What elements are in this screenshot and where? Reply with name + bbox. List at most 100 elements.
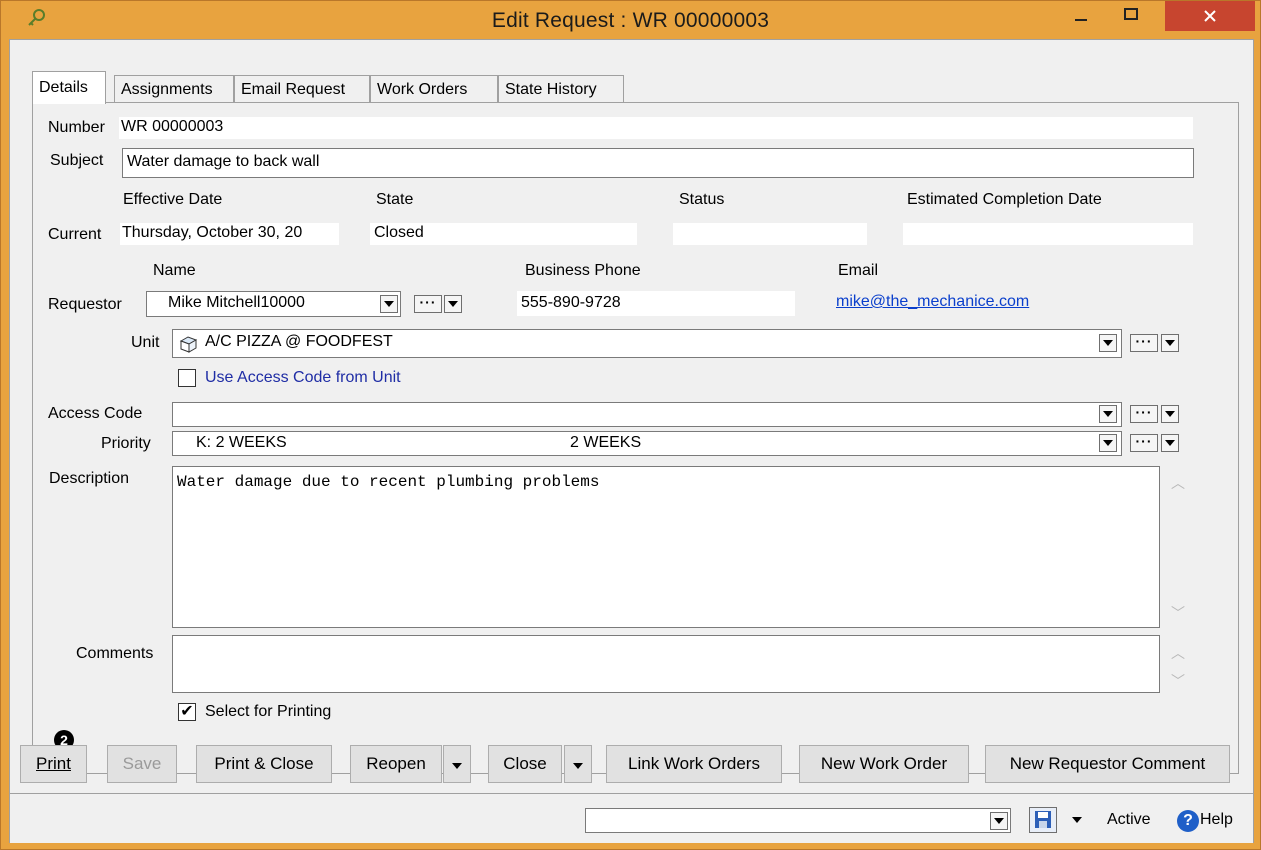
priority-code: K: 2 WEEKS	[196, 434, 287, 451]
priority-select[interactable]: K: 2 WEEKS 2 WEEKS	[172, 431, 1122, 456]
active-label: Active	[1107, 811, 1151, 828]
dropdown-arrow-icon	[1103, 411, 1113, 417]
requestor-label: Requestor	[48, 296, 122, 313]
reopen-dropdown-button[interactable]	[443, 745, 471, 783]
close-window-button[interactable]	[1165, 1, 1255, 31]
comments-label: Comments	[76, 645, 154, 662]
state-header: State	[376, 191, 414, 208]
close-icon	[1204, 10, 1216, 22]
requestor-ellipsis-button[interactable]: ···	[414, 295, 442, 313]
tab-details[interactable]: Details	[32, 71, 106, 104]
reopen-button[interactable]: Reopen	[350, 745, 442, 783]
dropdown-arrow-icon	[1165, 440, 1175, 446]
est-completion-header: Estimated Completion Date	[907, 191, 1102, 208]
scroll-down-icon[interactable]: ﹀	[1171, 603, 1185, 623]
unit-more-dropdown[interactable]	[1161, 334, 1179, 352]
save-layout-dropdown[interactable]	[1068, 811, 1086, 829]
dropdown-arrow-icon	[573, 763, 583, 769]
select-for-printing-checkbox[interactable]: ✔	[178, 703, 196, 721]
dropdown-arrow-icon	[1165, 411, 1175, 417]
requestor-dropdown-button[interactable]	[380, 295, 398, 313]
name-header: Name	[153, 262, 196, 279]
title-bar[interactable]: Edit Request : WR 00000003	[1, 1, 1260, 39]
ellipsis-icon: ···	[1135, 333, 1153, 349]
link-work-orders-button[interactable]: Link Work Orders	[606, 745, 782, 783]
requestor-more-dropdown[interactable]	[444, 295, 462, 313]
comments-textarea[interactable]	[172, 635, 1160, 693]
scroll-up-icon[interactable]: ︿	[1171, 473, 1185, 493]
email-link[interactable]: mike@the_mechanice.com	[836, 293, 1029, 311]
unit-label: Unit	[131, 334, 160, 351]
dropdown-arrow-icon	[1165, 340, 1175, 346]
ellipsis-icon: ···	[419, 294, 437, 310]
tab-assignments[interactable]: Assignments	[114, 75, 234, 103]
new-work-order-button[interactable]: New Work Order	[799, 745, 969, 783]
requestor-name-select[interactable]: Mike Mitchell10000	[146, 291, 401, 317]
est-completion-value	[903, 223, 1193, 245]
dropdown-arrow-icon	[448, 301, 458, 307]
dropdown-arrow-icon	[384, 301, 394, 307]
statusbar-select[interactable]	[585, 808, 1011, 833]
dropdown-arrow-icon	[1072, 817, 1082, 823]
status-bar: Active ? Help	[10, 793, 1253, 843]
priority-label: Priority	[101, 435, 151, 452]
new-requestor-comment-button-label: New Requestor Comment	[1009, 754, 1206, 773]
email-header: Email	[838, 262, 879, 279]
link-work-orders-button-label: Link Work Orders	[628, 754, 760, 773]
print-close-button[interactable]: Print & Close	[196, 745, 332, 783]
subject-input[interactable]: Water damage to back wall	[122, 148, 1194, 178]
help-icon[interactable]: ?	[1177, 810, 1199, 832]
state-value: Closed	[370, 223, 637, 245]
save-layout-button[interactable]	[1029, 807, 1057, 833]
close-dropdown-button[interactable]	[564, 745, 592, 783]
close-button[interactable]: Close	[488, 745, 562, 783]
dropdown-arrow-icon	[452, 763, 462, 769]
edit-request-window: Edit Request : WR 00000003 Details Assig…	[0, 0, 1261, 850]
save-button[interactable]: Save	[107, 745, 177, 783]
scroll-up-icon[interactable]: ︿	[1171, 643, 1185, 663]
box-unit-icon	[179, 336, 198, 353]
access-code-label: Access Code	[48, 405, 143, 422]
dropdown-arrow-icon	[994, 818, 1004, 824]
access-code-dropdown-button[interactable]	[1099, 405, 1117, 423]
select-for-printing-label[interactable]: Select for Printing	[205, 703, 331, 721]
save-button-label: Save	[122, 754, 162, 773]
description-textarea[interactable]: Water damage due to recent plumbing prob…	[172, 466, 1160, 628]
print-button[interactable]: Print	[20, 745, 87, 783]
effective-date-header: Effective Date	[123, 191, 223, 208]
access-code-select[interactable]	[172, 402, 1122, 427]
status-value	[673, 223, 867, 245]
priority-ellipsis-button[interactable]: ···	[1130, 434, 1158, 452]
minimize-button[interactable]	[1061, 1, 1101, 31]
dropdown-arrow-icon	[1103, 340, 1113, 346]
tab-work-orders[interactable]: Work Orders	[370, 75, 498, 103]
maximize-button[interactable]	[1111, 1, 1151, 31]
window-client: Details Assignments Email Request Work O…	[9, 39, 1254, 843]
access-code-ellipsis-button[interactable]: ···	[1130, 405, 1158, 423]
number-label: Number	[48, 119, 105, 136]
tab-email-request[interactable]: Email Request	[234, 75, 370, 103]
scroll-down-icon[interactable]: ﹀	[1171, 671, 1185, 691]
priority-dropdown-button[interactable]	[1099, 434, 1117, 452]
dropdown-arrow-icon	[1103, 440, 1113, 446]
subject-label: Subject	[50, 152, 104, 169]
maximize-icon	[1124, 8, 1138, 20]
new-requestor-comment-button[interactable]: New Requestor Comment	[985, 745, 1230, 783]
print-button-label: Print	[36, 754, 71, 773]
unit-select[interactable]: A/C PIZZA @ FOODFEST	[172, 329, 1122, 358]
use-access-code-label[interactable]: Use Access Code from Unit	[205, 369, 401, 387]
new-work-order-button-label: New Work Order	[820, 754, 948, 773]
help-label[interactable]: Help	[1200, 811, 1233, 829]
statusbar-dropdown-button[interactable]	[990, 812, 1008, 830]
description-label: Description	[49, 470, 130, 487]
number-value: WR 00000003	[119, 117, 1193, 139]
use-access-code-checkbox[interactable]	[178, 369, 196, 387]
access-code-more-dropdown[interactable]	[1161, 405, 1179, 423]
unit-dropdown-button[interactable]	[1099, 334, 1117, 352]
tab-state-history[interactable]: State History	[498, 75, 624, 103]
reopen-button-label: Reopen	[366, 754, 426, 773]
priority-more-dropdown[interactable]	[1161, 434, 1179, 452]
ellipsis-icon: ···	[1135, 433, 1153, 449]
unit-ellipsis-button[interactable]: ···	[1130, 334, 1158, 352]
print-close-button-label: Print & Close	[214, 754, 314, 773]
